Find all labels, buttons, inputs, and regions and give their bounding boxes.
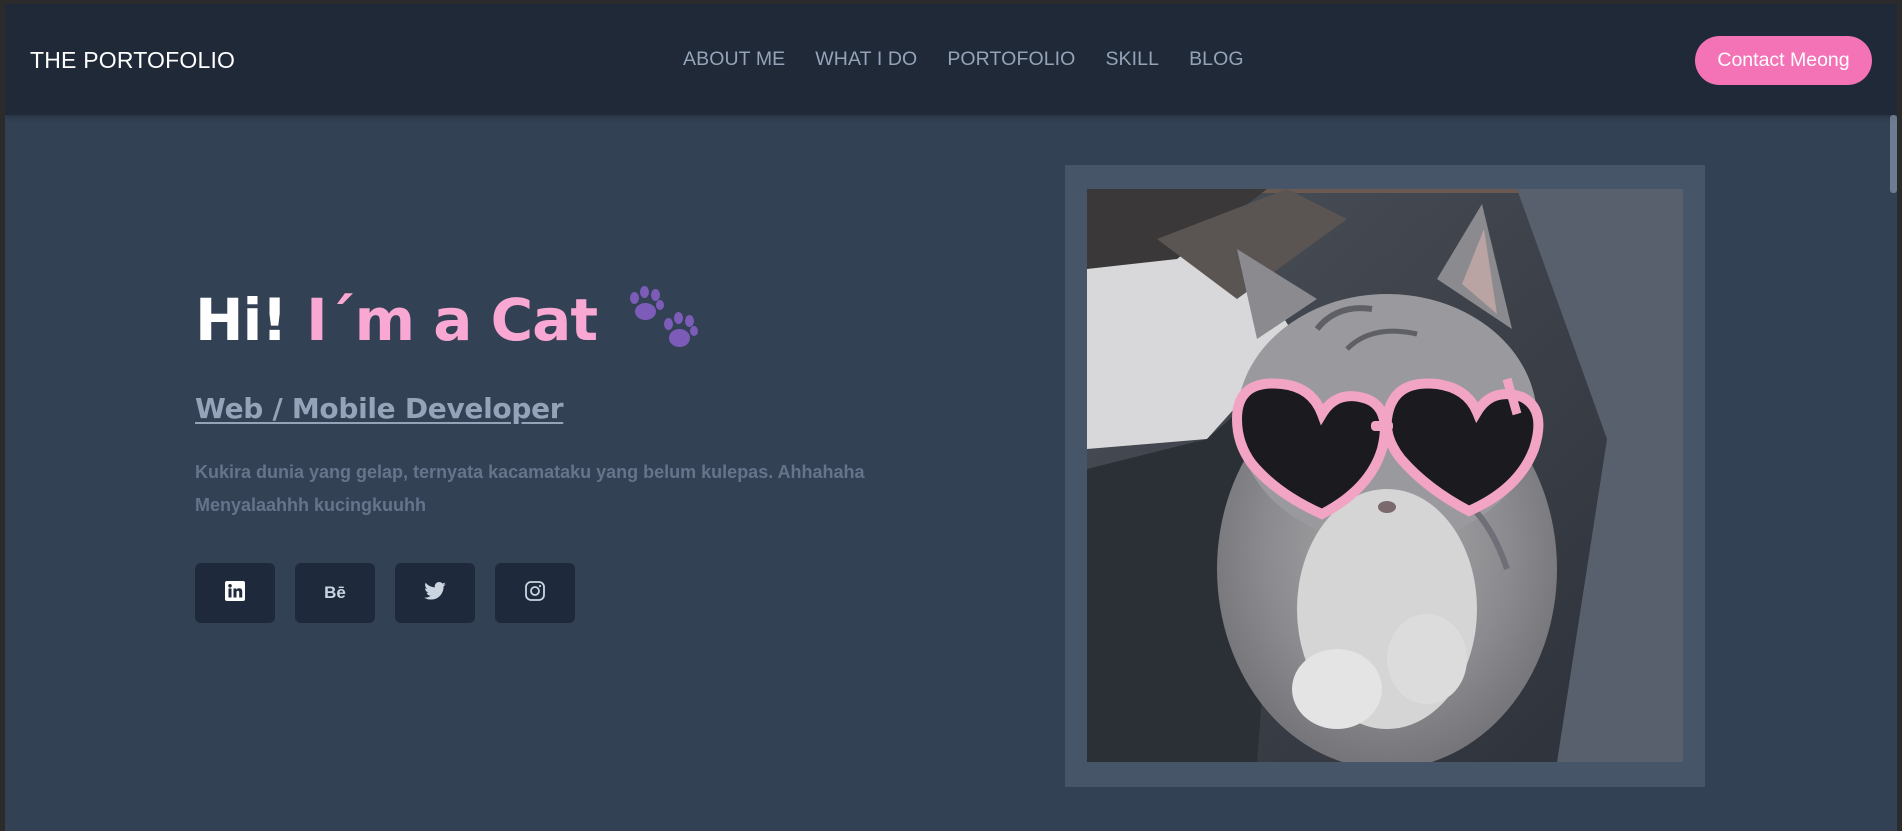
navbar: THE PORTOFOLIO ABOUT ME WHAT I DO PORTOF… [5,4,1897,115]
nav-links: ABOUT ME WHAT I DO PORTOFOLIO SKILL BLOG [683,4,1244,115]
twitter-icon [424,581,446,605]
instagram-icon [525,580,545,606]
hero-description: Kukira dunia yang gelap, ternyata kacama… [195,462,865,515]
hero-title-name: I´m a Cat [306,286,598,354]
twitter-button[interactable] [395,563,475,623]
nav-link-portofolio[interactable]: PORTOFOLIO [947,48,1075,71]
hero-title: Hi! I´m a Cat [195,286,704,354]
linkedin-icon [225,580,245,606]
hero-title-greeting: Hi! [195,286,288,354]
nav-link-about-me[interactable]: ABOUT ME [683,48,785,71]
paw-prints-icon [626,286,704,354]
hero-subtitle[interactable]: Web / Mobile Developer [195,392,564,425]
nav-link-blog[interactable]: BLOG [1189,48,1244,71]
linkedin-button[interactable] [195,563,275,623]
app-window: THE PORTOFOLIO ABOUT ME WHAT I DO PORTOF… [5,4,1897,831]
contact-button[interactable]: Contact Meong [1695,36,1872,85]
behance-button[interactable]: Bē [295,563,375,623]
social-links: Bē [195,563,575,623]
scrollbar-thumb[interactable] [1890,115,1897,193]
behance-icon: Bē [324,583,346,602]
nav-link-skill[interactable]: SKILL [1105,48,1159,71]
brand-logo[interactable]: THE PORTOFOLIO [30,4,235,115]
instagram-button[interactable] [495,563,575,623]
hero-image-frame [1065,165,1705,787]
cat-photo [1087,189,1683,762]
nav-link-what-i-do[interactable]: WHAT I DO [815,48,917,71]
